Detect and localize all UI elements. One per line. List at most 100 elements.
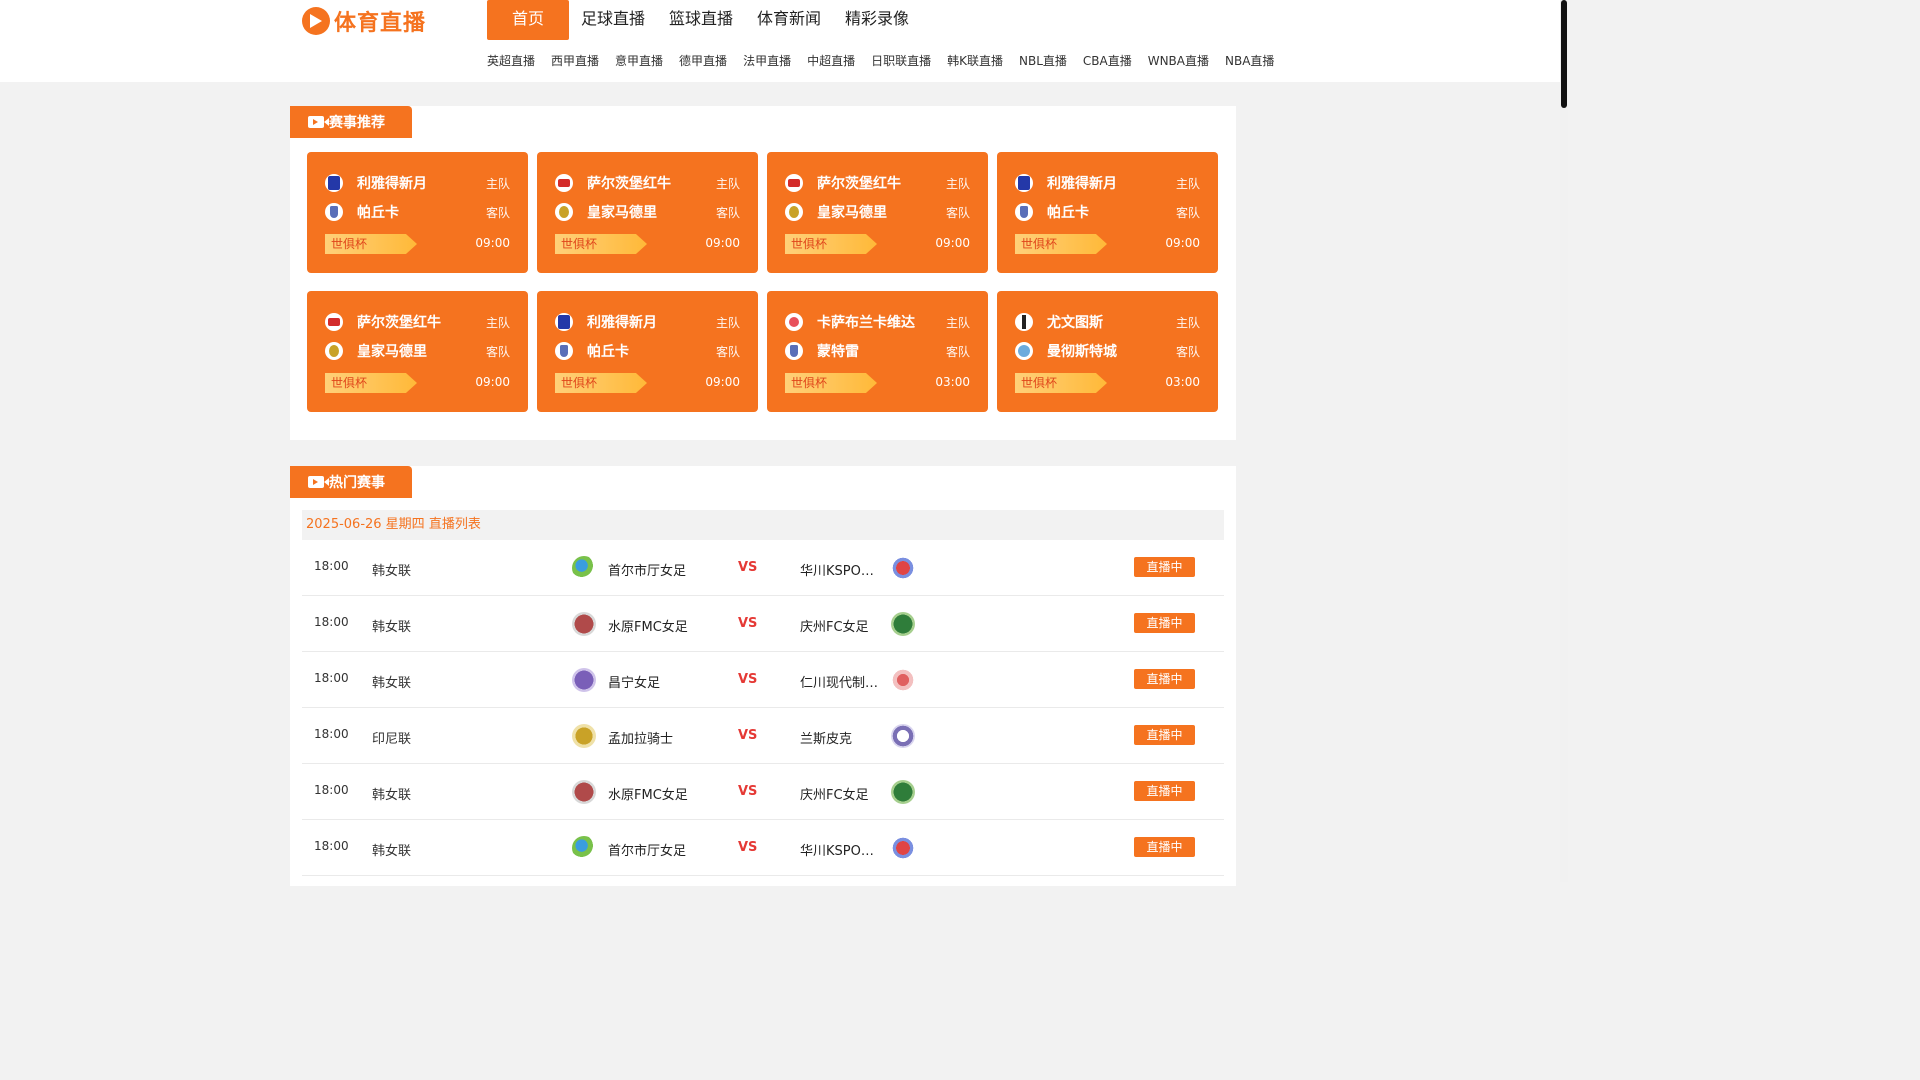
match-row[interactable]: 18:00 韩女联 水原FMC女足 VS 庆州FC女足 直播中 (302, 596, 1224, 652)
watch-live-button[interactable]: 直播中 (1134, 837, 1195, 857)
league-link-nbl[interactable]: NBL直播 (1019, 52, 1067, 69)
match-row[interactable]: 18:00 韩女联 首尔市厅女足 VS 华川KSPO女足 直播中 (302, 820, 1224, 876)
play-logo-icon (302, 7, 330, 35)
match-time: 09:00 (705, 375, 740, 389)
league-link-ligue1[interactable]: 法甲直播 (743, 52, 791, 69)
away-team-logo-icon (891, 668, 915, 692)
league-tag: 世俱杯 (325, 373, 417, 393)
vs-label: VS (738, 616, 758, 631)
match-card[interactable]: 尤文图斯 主队 曼彻斯特城 客队 世俱杯 03:00 (997, 291, 1218, 412)
match-row[interactable]: 18:00 韩女联 首尔市厅女足 VS 华川KSPO女足 直播中 (302, 540, 1224, 596)
league-link-csl[interactable]: 中超直播 (807, 52, 855, 69)
league-tag: 世俱杯 (785, 373, 877, 393)
main-nav: 首页 足球直播 篮球直播 体育新闻 精彩录像 (487, 0, 921, 40)
league-link-wnba[interactable]: WNBA直播 (1148, 52, 1209, 69)
away-team-logo-icon (891, 612, 915, 636)
watch-live-button[interactable]: 直播中 (1134, 613, 1195, 633)
match-row[interactable]: 18:00 印尼联 孟加拉骑士 VS 兰斯皮克 直播中 (302, 708, 1224, 764)
league-link-seriea[interactable]: 意甲直播 (615, 52, 663, 69)
away-team-name: 华川KSPO女足 (800, 564, 886, 579)
home-team-name: 首尔市厅女足 (608, 844, 687, 859)
team-crest-icon (1015, 174, 1033, 192)
home-row: 尤文图斯 主队 (1015, 312, 1200, 332)
home-label: 主队 (1175, 315, 1200, 330)
away-team-logo-icon (891, 724, 915, 748)
home-team-name: 利雅得新月 (357, 176, 427, 192)
league-tag: 世俱杯 (1015, 373, 1107, 393)
team-crest-icon (325, 342, 343, 360)
watch-live-button[interactable]: 直播中 (1134, 781, 1195, 801)
match-card[interactable]: 萨尔茨堡红牛 主队 皇家马德里 客队 世俱杯 09:00 (307, 291, 528, 412)
league-name: 韩女联 (372, 620, 412, 635)
match-time: 09:00 (475, 375, 510, 389)
league-nav: 英超直播 西甲直播 意甲直播 德甲直播 法甲直播 中超直播 日职联直播 韩K联直… (487, 52, 1274, 69)
match-time: 09:00 (1165, 236, 1200, 250)
away-row: 皇家马德里 客队 (785, 202, 970, 222)
recommend-section: 赛事推荐 利雅得新月 主队 帕丘卡 客队 世俱杯 09:00 萨尔茨堡红牛 主队 皇家马德里 客队… (290, 106, 1236, 440)
match-time: 18:00 (314, 839, 349, 853)
match-row[interactable]: 18:00 韩女联 水原FMC女足 VS 庆州FC女足 直播中 (302, 764, 1224, 820)
league-tag: 世俱杯 (555, 373, 647, 393)
away-row: 帕丘卡 客队 (555, 341, 740, 361)
match-card[interactable]: 卡萨布兰卡维达 主队 蒙特雷 客队 世俱杯 03:00 (767, 291, 988, 412)
home-team-name: 水原FMC女足 (608, 788, 688, 803)
nav-football-live[interactable]: 足球直播 (569, 0, 657, 40)
league-link-nba[interactable]: NBA直播 (1225, 52, 1274, 69)
home-label: 主队 (945, 176, 970, 191)
match-list: 18:00 韩女联 首尔市厅女足 VS 华川KSPO女足 直播中 18:00 韩女联 水原FMC… (302, 540, 1224, 876)
match-time: 09:00 (475, 236, 510, 250)
away-label: 客队 (1175, 344, 1200, 359)
match-card[interactable]: 利雅得新月 主队 帕丘卡 客队 世俱杯 09:00 (997, 152, 1218, 273)
home-label: 主队 (485, 315, 510, 330)
away-team-name: 曼彻斯特城 (1047, 344, 1117, 360)
nav-highlights[interactable]: 精彩录像 (833, 0, 921, 40)
home-team-name: 昌宁女足 (608, 676, 661, 691)
league-link-laliga[interactable]: 西甲直播 (551, 52, 599, 69)
home-team-name: 首尔市厅女足 (608, 564, 687, 579)
home-row: 利雅得新月 主队 (1015, 173, 1200, 193)
vs-label: VS (738, 672, 758, 687)
home-row: 利雅得新月 主队 (325, 173, 510, 193)
team-crest-icon (555, 203, 573, 221)
team-crest-icon (785, 174, 803, 192)
scrollbar-thumb[interactable] (1561, 0, 1567, 108)
page-scrollbar[interactable] (1560, 0, 1568, 882)
away-team-name: 帕丘卡 (587, 344, 629, 360)
league-link-bundesliga[interactable]: 德甲直播 (679, 52, 727, 69)
home-team-logo-icon (572, 668, 596, 692)
league-link-kleague[interactable]: 韩K联直播 (947, 52, 1003, 69)
league-tag: 世俱杯 (555, 234, 647, 254)
watch-live-button[interactable]: 直播中 (1134, 725, 1195, 745)
nav-home[interactable]: 首页 (487, 0, 569, 40)
away-team-logo-icon (891, 836, 915, 860)
home-row: 萨尔茨堡红牛 主队 (325, 312, 510, 332)
match-card[interactable]: 萨尔茨堡红牛 主队 皇家马德里 客队 世俱杯 09:00 (767, 152, 988, 273)
home-label: 主队 (485, 176, 510, 191)
recommend-cards: 利雅得新月 主队 帕丘卡 客队 世俱杯 09:00 萨尔茨堡红牛 主队 皇家马德里 客队 世俱杯 09… (307, 152, 1218, 412)
league-tag: 世俱杯 (325, 234, 417, 254)
league-name: 韩女联 (372, 676, 412, 691)
team-crest-icon (1015, 342, 1033, 360)
site-logo[interactable]: 体育直播 (302, 6, 426, 36)
away-row: 皇家马德里 客队 (325, 341, 510, 361)
nav-basketball-live[interactable]: 篮球直播 (657, 0, 745, 40)
league-link-jleague[interactable]: 日职联直播 (871, 52, 931, 69)
match-card[interactable]: 利雅得新月 主队 帕丘卡 客队 世俱杯 09:00 (537, 291, 758, 412)
nav-sports-news[interactable]: 体育新闻 (745, 0, 833, 40)
watch-live-button[interactable]: 直播中 (1134, 669, 1195, 689)
match-row[interactable]: 18:00 韩女联 昌宁女足 VS 仁川现代制铁红天使女足 直播中 (302, 652, 1224, 708)
match-card[interactable]: 利雅得新月 主队 帕丘卡 客队 世俱杯 09:00 (307, 152, 528, 273)
video-camera-icon (308, 476, 329, 488)
section-tab: 热门赛事 (290, 466, 412, 498)
team-crest-icon (325, 174, 343, 192)
home-team-name: 利雅得新月 (587, 315, 657, 331)
away-row: 蒙特雷 客队 (785, 341, 970, 361)
away-label: 客队 (485, 205, 510, 220)
match-card[interactable]: 萨尔茨堡红牛 主队 皇家马德里 客队 世俱杯 09:00 (537, 152, 758, 273)
team-crest-icon (325, 203, 343, 221)
watch-live-button[interactable]: 直播中 (1134, 557, 1195, 577)
league-link-epl[interactable]: 英超直播 (487, 52, 535, 69)
away-team-logo-icon (891, 780, 915, 804)
section-title: 赛事推荐 (329, 115, 385, 131)
league-link-cba[interactable]: CBA直播 (1083, 52, 1132, 69)
